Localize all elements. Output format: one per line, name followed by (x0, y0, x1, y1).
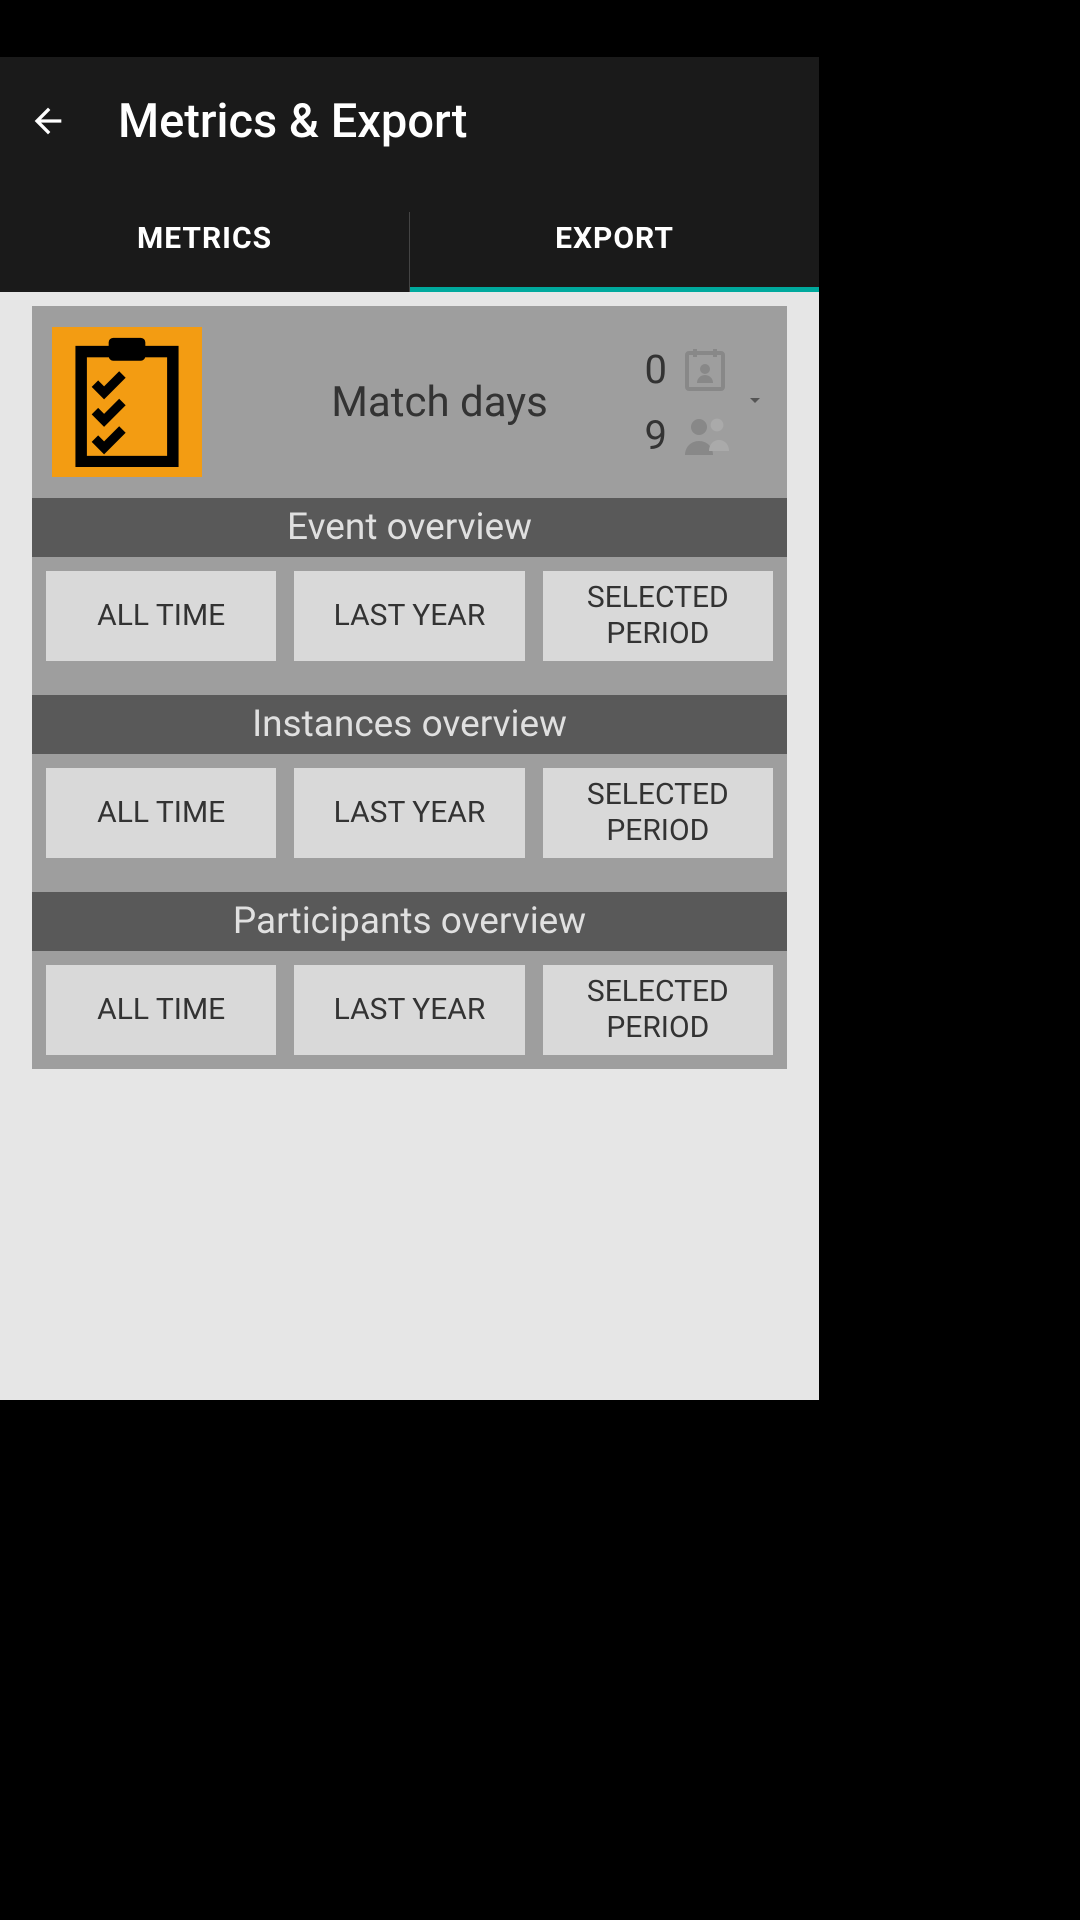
instances-all-time-button[interactable]: ALL TIME (46, 768, 276, 858)
participants-all-time-button[interactable]: ALL TIME (46, 965, 276, 1055)
event-all-time-button[interactable]: ALL TIME (46, 571, 276, 661)
tab-export[interactable]: EXPORT (410, 185, 819, 292)
participants-overview-buttons: ALL TIME LAST YEAR SELECTED PERIOD (32, 951, 787, 1069)
section-header-event-overview: Event overview (32, 498, 787, 557)
participants-last-year-button[interactable]: LAST YEAR (294, 965, 524, 1055)
content-area: Match days 0 9 (0, 292, 819, 1400)
people-count: 9 (641, 412, 667, 459)
event-selected-period-button[interactable]: SELECTED PERIOD (543, 571, 773, 661)
event-last-year-button[interactable]: LAST YEAR (294, 571, 524, 661)
people-stat: 9 (641, 411, 733, 459)
calendar-count: 0 (641, 346, 667, 393)
calendar-stat: 0 (641, 345, 733, 393)
people-icon (681, 411, 733, 459)
page-title: Metrics & Export (118, 94, 467, 149)
app-bar: Metrics & Export (0, 57, 819, 185)
section-header-instances-overview: Instances overview (32, 695, 787, 754)
tab-metrics[interactable]: METRICS (0, 185, 409, 292)
chevron-down-icon (743, 388, 767, 416)
instances-selected-period-button[interactable]: SELECTED PERIOD (543, 768, 773, 858)
arrow-left-icon (28, 101, 68, 141)
participants-selected-period-button[interactable]: SELECTED PERIOD (543, 965, 773, 1055)
instances-last-year-button[interactable]: LAST YEAR (294, 768, 524, 858)
export-card: Match days 0 9 (32, 306, 787, 1069)
event-name: Match days (238, 378, 641, 427)
clipboard-icon (52, 327, 202, 477)
instances-overview-buttons: ALL TIME LAST YEAR SELECTED PERIOD (32, 754, 787, 872)
tab-bar: METRICS EXPORT (0, 185, 819, 292)
event-selector[interactable]: Match days 0 9 (32, 306, 787, 498)
back-button[interactable] (24, 97, 72, 145)
event-overview-buttons: ALL TIME LAST YEAR SELECTED PERIOD (32, 557, 787, 675)
calendar-person-icon (681, 345, 729, 393)
section-header-participants-overview: Participants overview (32, 892, 787, 951)
event-stats: 0 9 (641, 345, 733, 459)
